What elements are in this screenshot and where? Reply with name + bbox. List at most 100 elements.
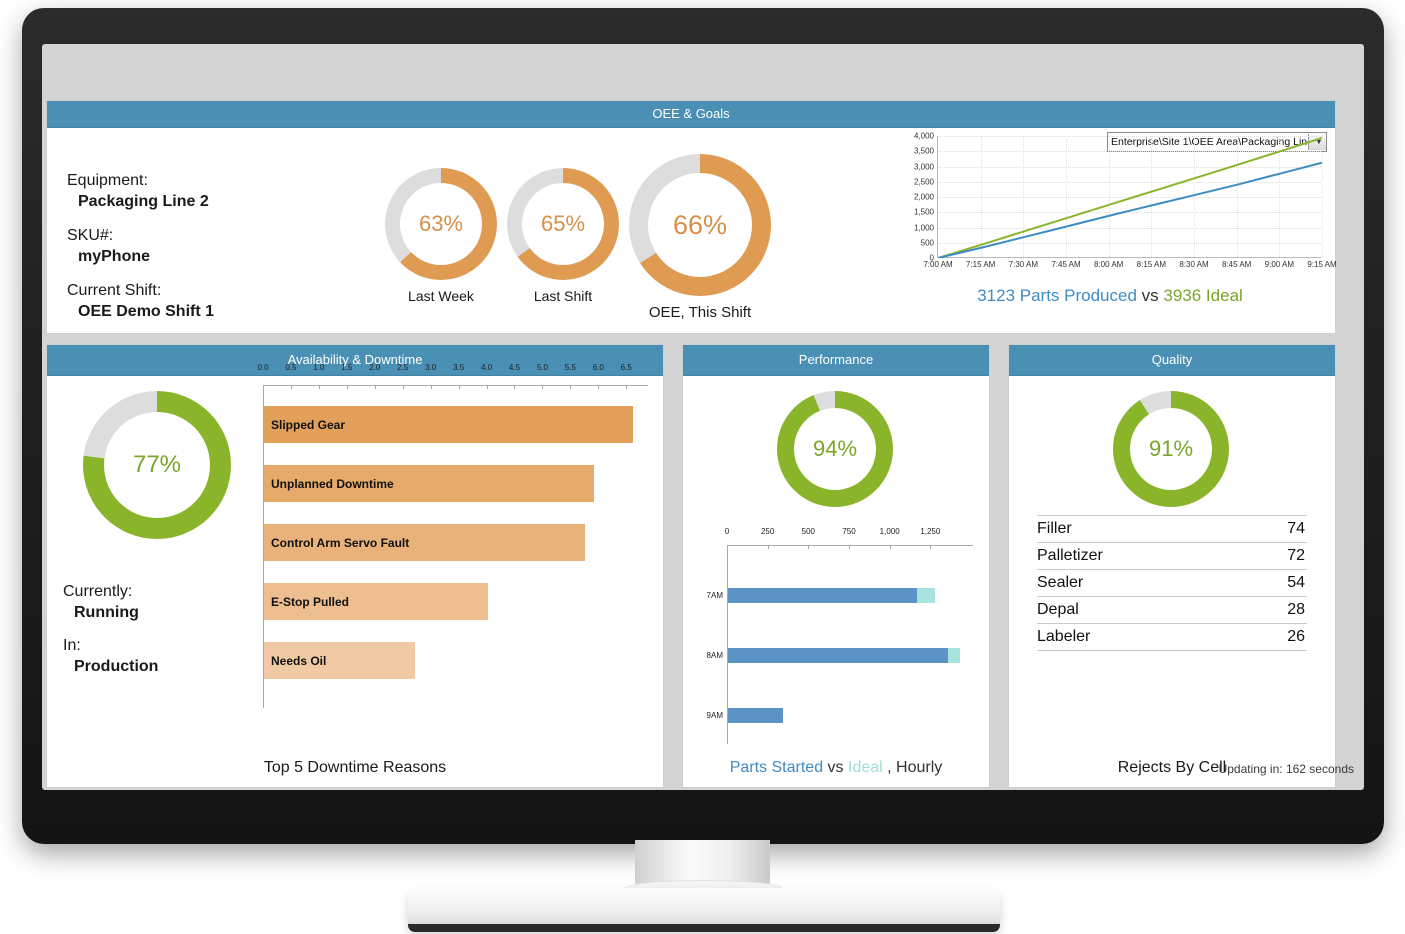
x-tick-label: 8:30 AM [1179, 260, 1209, 269]
gauge-center: 94% [794, 408, 876, 490]
y-tick-label: 2,000 [913, 192, 934, 202]
y-tick-label: 3,000 [913, 162, 934, 171]
updating-status: Updating in: 162 seconds [1218, 762, 1354, 776]
performance-x-axis: 0 250 500 750 1,000 1,250 [724, 527, 973, 549]
performance-x-tick: 1,250 [920, 527, 941, 536]
line-chart-plot: 0 500 1,000 1,500 2,000 2,500 3,000 3,500 4,000 7… [914, 132, 1337, 270]
x-tick-label: 7:00 AM [923, 260, 953, 269]
gauge-last-shift: 65% Last Shift [507, 168, 619, 304]
performance-row-label: 9AM [706, 711, 723, 720]
gauge-oee-this-shift: 66% OEE, This Shift [629, 154, 771, 321]
caption-parts-started: Parts Started [729, 759, 824, 776]
performance-x-tick: 250 [760, 527, 775, 536]
y-tick-label: 1,500 [913, 207, 934, 217]
performance-chart-caption: Parts Started vs Ideal , Hourly [683, 759, 989, 777]
downtime-x-tick: 2.0 [369, 363, 381, 372]
sku-value: myPhone [78, 248, 151, 265]
downtime-bar[interactable]: Slipped Gear [264, 406, 633, 443]
downtime-bar[interactable]: Control Arm Servo Fault [264, 524, 586, 561]
panel-title-performance: Performance [683, 345, 989, 376]
panel-oee-and-goals: OEE & Goals Enterprise\Site 1\OEE Area\P… [46, 100, 1337, 334]
rejects-cell-name: Filler [1037, 520, 1072, 537]
caption-ideal: Ideal [848, 759, 883, 776]
rejects-cell-name: Depal [1037, 601, 1079, 618]
rejects-cell-name: Palletizer [1037, 547, 1103, 564]
gauge-center: 63% [400, 183, 482, 265]
gauge-performance: 94% [777, 391, 893, 507]
downtime-bar[interactable]: Unplanned Downtime [264, 465, 594, 502]
gauge-ring: 65% [507, 168, 619, 280]
monitor-base-shadow [408, 924, 1000, 932]
downtime-bars: Slipped Gear Unplanned Downtime Control Ar… [263, 386, 648, 708]
rejects-cell-value: 74 [1287, 520, 1305, 537]
currently-label: Currently: [63, 583, 133, 600]
equipment-field: Equipment: Packaging Line 2 [67, 172, 209, 211]
performance-x-tick: 750 [842, 527, 856, 536]
gauge-caption: Last Week [408, 288, 474, 304]
performance-bar-row[interactable]: 8AM [707, 648, 960, 663]
line-series-group [938, 137, 1322, 258]
x-tick-label: 7:30 AM [1008, 260, 1039, 269]
gauge-caption: Last Shift [533, 288, 593, 304]
currently-value: Running [74, 604, 139, 621]
sku-label: SKU#: [67, 227, 114, 244]
performance-bars: 7AM 8AM 9AM [707, 546, 973, 744]
performance-bar-row[interactable]: 7AM [707, 588, 936, 603]
legend-parts-produced: 3123 Parts Produced [977, 286, 1137, 305]
legend-ideal: 3936 Ideal [1163, 286, 1243, 305]
rejects-cell-value: 72 [1287, 547, 1305, 564]
legend-vs: vs [1141, 286, 1159, 305]
gauge-ring: 66% [629, 154, 771, 296]
downtime-x-tick: 2.5 [397, 363, 409, 372]
rejects-cell-value: 54 [1287, 574, 1305, 591]
rejects-table-row: Sealer 54 [1037, 570, 1307, 597]
in-label: In: [63, 637, 81, 654]
parts-produced-line-chart: 0 500 1,000 1,500 2,000 2,500 3,000 3,500 4,000 7… [895, 130, 1337, 280]
rejects-cell-value: 28 [1287, 601, 1305, 618]
downtime-x-tick: 1.0 [313, 363, 325, 372]
gauge-ring: 77% [83, 391, 231, 539]
downtime-x-tick: 3.0 [425, 363, 437, 372]
downtime-x-tick: 3.5 [453, 363, 465, 372]
performance-bar-segment-parts-started [728, 708, 784, 723]
performance-bar-segment-ideal-remainder [916, 588, 936, 603]
performance-x-tick: 500 [801, 527, 816, 536]
downtime-bar[interactable]: Needs Oil [264, 642, 415, 679]
performance-row-label: 8AM [706, 651, 723, 660]
downtime-bar[interactable]: E-Stop Pulled [264, 583, 488, 620]
gauge-availability: 77% [83, 391, 231, 539]
performance-bar-segment-ideal-remainder [947, 648, 960, 663]
gauge-center: 77% [104, 412, 210, 518]
currently-field: Currently: Running [63, 583, 139, 622]
performance-x-tick: 1,000 [879, 527, 900, 536]
performance-bar-segment-parts-started [728, 588, 917, 603]
gauge-value: 94% [812, 436, 858, 461]
equipment-value: Packaging Line 2 [78, 193, 209, 210]
downtime-x-tick: 4.0 [480, 363, 493, 372]
downtime-x-tick: 6.5 [620, 363, 632, 372]
shift-value: OEE Demo Shift 1 [78, 303, 215, 320]
panel-title-quality: Quality [1009, 345, 1335, 376]
rejects-cell-name: Labeler [1037, 628, 1091, 645]
rejects-table-row: Depal 28 [1037, 597, 1307, 624]
downtime-bar-label: E-Stop Pulled [271, 594, 349, 609]
gauge-value: 66% [672, 209, 728, 240]
downtime-bar-label: Slipped Gear [271, 417, 346, 432]
gauge-caption: OEE, This Shift [648, 304, 752, 321]
gauge-value: 65% [540, 211, 586, 236]
gauge-quality: 91% [1113, 391, 1229, 507]
y-tick-label: 3,500 [913, 146, 934, 156]
x-tick-label: 7:15 AM [965, 260, 996, 269]
gauge-ring: 63% [385, 168, 497, 280]
panel-title-oee-goals: OEE & Goals [47, 101, 1335, 128]
rejects-by-cell-table: Filler 74 Palletizer 72 Sealer 54 Depal 28 Label… [1037, 515, 1307, 651]
gauge-last-week: 63% Last Week [385, 168, 497, 304]
performance-x-tick: 0 [724, 527, 730, 536]
downtime-x-tick: 1.5 [341, 363, 353, 372]
downtime-x-tick: 4.5 [508, 363, 521, 372]
gauge-value: 91% [1148, 436, 1194, 461]
performance-bar-row[interactable]: 9AM [707, 708, 784, 723]
rejects-table-row: Palletizer 72 [1037, 543, 1307, 570]
gauge-value: 77% [132, 451, 182, 478]
y-tick-label: 1,000 [913, 223, 934, 232]
